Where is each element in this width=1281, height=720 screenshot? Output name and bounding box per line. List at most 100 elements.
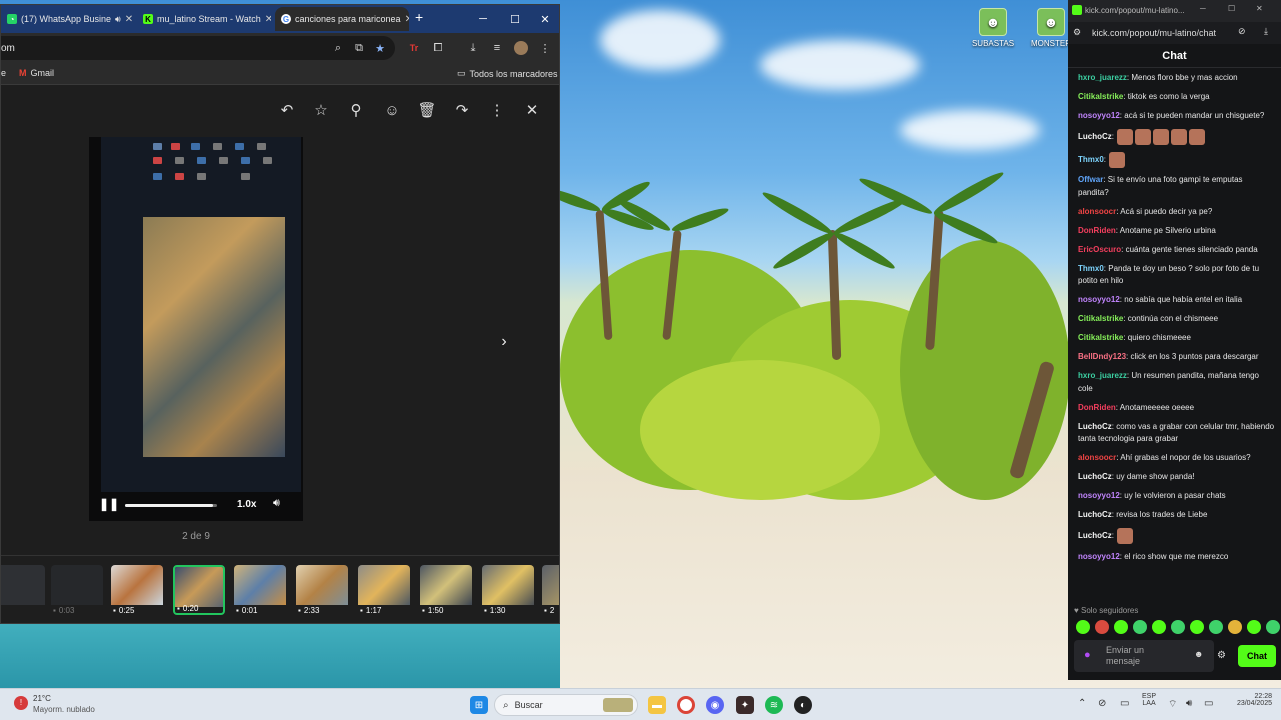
windows-start-icon[interactable]: ⊞ bbox=[470, 696, 488, 714]
spotify-icon[interactable]: ≋ bbox=[765, 696, 783, 714]
bookmark-star-icon[interactable]: ★ bbox=[371, 39, 389, 57]
chat-username[interactable]: LuchoCz bbox=[1078, 472, 1112, 481]
close-viewer-icon[interactable]: ✕ bbox=[521, 99, 543, 121]
game-app-icon[interactable]: ✦ bbox=[736, 696, 754, 714]
media-control-icon[interactable]: ≡ bbox=[488, 39, 506, 57]
chat-username[interactable]: alonsoocr bbox=[1078, 207, 1116, 216]
tab-kick-stream[interactable]: K mu_latino Stream - Watch ✕ bbox=[137, 7, 271, 31]
chrome-icon[interactable] bbox=[677, 696, 695, 714]
close-tab-icon[interactable]: ✕ bbox=[265, 14, 271, 25]
reply-icon[interactable]: ↶ bbox=[276, 99, 298, 121]
emote-icon[interactable] bbox=[1209, 620, 1223, 634]
wifi-icon[interactable]: ⌔ bbox=[1168, 698, 1177, 711]
thumbnail[interactable]: ▪ 2 bbox=[542, 565, 559, 615]
chat-username[interactable]: nosoyyo12 bbox=[1078, 295, 1120, 304]
popup-address-bar[interactable]: ⚙ kick.com/popout/mu-latino/chat ⊘ ⤓ bbox=[1068, 22, 1281, 44]
chat-username[interactable]: LuchoCz bbox=[1078, 531, 1112, 540]
emote-icon[interactable] bbox=[1152, 620, 1166, 634]
more-menu-icon[interactable]: ⋮ bbox=[536, 39, 554, 57]
emote-icon[interactable] bbox=[1114, 620, 1128, 634]
emote-icon[interactable] bbox=[1076, 620, 1090, 634]
emote-icon[interactable] bbox=[1133, 620, 1147, 634]
emote-icon[interactable] bbox=[1095, 620, 1109, 634]
chat-username[interactable]: LuchoCz bbox=[1078, 510, 1112, 519]
chat-username[interactable]: Citikalstrike bbox=[1078, 92, 1123, 101]
app-icon[interactable]: ◐ bbox=[794, 696, 812, 714]
thumbnail[interactable]: ▪ 1:50 bbox=[420, 565, 472, 615]
download-icon[interactable]: ⤓ bbox=[464, 39, 482, 57]
chat-send-button[interactable]: Chat bbox=[1238, 645, 1276, 667]
tab-whatsapp[interactable]: ◔ (17) WhatsApp Busine 🔊︎ ✕ bbox=[1, 7, 133, 31]
tray-app-icon[interactable]: ▭ bbox=[1120, 698, 1129, 709]
site-settings-icon[interactable]: ⚙ bbox=[1073, 27, 1081, 38]
pin-icon[interactable]: ⚲ bbox=[345, 99, 367, 121]
close-window-icon[interactable]: ✕ bbox=[1256, 4, 1263, 13]
thumbnail-selected[interactable]: ▪ 0:20 bbox=[173, 565, 225, 615]
chat-username[interactable]: Thmx0 bbox=[1078, 155, 1104, 164]
chat-username[interactable]: Thmx0 bbox=[1078, 264, 1104, 273]
desktop-icon-subastas[interactable]: ☻ SUBASTAS bbox=[970, 8, 1016, 48]
maximize-icon[interactable]: ☐ bbox=[499, 5, 531, 33]
eye-off-icon[interactable]: ⊘ bbox=[1238, 26, 1246, 37]
microphone-icon[interactable]: ● bbox=[1084, 649, 1091, 661]
new-tab-icon[interactable]: + bbox=[415, 9, 423, 25]
tab-google-search[interactable]: G canciones para mariconea ✕ bbox=[275, 7, 409, 31]
minimize-icon[interactable]: ─ bbox=[1200, 4, 1206, 13]
volume-icon[interactable]: 🔊︎ bbox=[273, 497, 280, 510]
star-icon[interactable]: ☆ bbox=[310, 99, 332, 121]
chat-username[interactable]: nosoyyo12 bbox=[1078, 552, 1120, 561]
pause-icon[interactable]: ❚❚ bbox=[99, 497, 119, 511]
react-emoji-icon[interactable]: ☺ bbox=[381, 99, 403, 121]
chat-username[interactable]: hxro_juarezz bbox=[1078, 73, 1127, 82]
playback-speed[interactable]: 1.0x bbox=[237, 499, 256, 510]
chat-username[interactable]: Citikalstrike bbox=[1078, 333, 1123, 342]
chat-username[interactable]: Offwar bbox=[1078, 175, 1103, 184]
maximize-icon[interactable]: ☐ bbox=[1228, 4, 1235, 13]
thumbnail[interactable] bbox=[1, 565, 45, 615]
chat-username[interactable]: Citikalstrike bbox=[1078, 314, 1123, 323]
bookmark-item[interactable]: e bbox=[1, 68, 6, 78]
taskbar-search[interactable]: ⌕ Buscar bbox=[494, 694, 638, 716]
bookmark-all-folder[interactable]: ▭ Todos los marcadores bbox=[457, 68, 558, 79]
weather-widget[interactable]: ! 21°C Mayorm. nublado bbox=[12, 694, 122, 718]
tray-chevron-icon[interactable]: ⌃ bbox=[1078, 698, 1086, 709]
chat-username[interactable]: EricOscuro bbox=[1078, 245, 1121, 254]
thumbnail[interactable]: ▪ 0:25 bbox=[111, 565, 163, 615]
next-chevron-icon[interactable]: › bbox=[493, 331, 515, 353]
bookmark-gmail[interactable]: M Gmail bbox=[19, 68, 54, 78]
delete-icon[interactable]: 🗑︎ bbox=[416, 99, 438, 121]
language-indicator[interactable]: ESP LAA bbox=[1142, 693, 1156, 707]
cast-icon[interactable]: ⧉ bbox=[350, 39, 368, 57]
chat-settings-icon[interactable]: ⚙ bbox=[1217, 650, 1226, 661]
chat-username[interactable]: nosoyyo12 bbox=[1078, 491, 1120, 500]
thumbnail[interactable]: ▪ 1:17 bbox=[358, 565, 410, 615]
emote-icon[interactable] bbox=[1266, 620, 1280, 634]
close-tab-icon[interactable]: ✕ bbox=[125, 14, 133, 25]
emote-icon[interactable] bbox=[1228, 620, 1242, 634]
battery-icon[interactable]: ▭ bbox=[1204, 698, 1213, 709]
emote-icon[interactable] bbox=[1190, 620, 1204, 634]
more-options-icon[interactable]: ⋮ bbox=[486, 99, 508, 121]
chat-message-input[interactable]: ● Enviar un mensaje ☻ bbox=[1074, 640, 1214, 672]
download-icon[interactable]: ⤓ bbox=[1264, 26, 1268, 37]
profile-avatar[interactable] bbox=[512, 39, 530, 57]
thumbnail[interactable]: ▪ 2:33 bbox=[296, 565, 348, 615]
emoji-icon[interactable]: ☻ bbox=[1194, 649, 1203, 659]
chat-username[interactable]: LuchoCz bbox=[1078, 132, 1112, 141]
chat-username[interactable]: DonRiden bbox=[1078, 226, 1116, 235]
volume-icon[interactable]: 🔊︎ bbox=[1186, 698, 1192, 709]
chat-username[interactable]: DonRiden bbox=[1078, 403, 1116, 412]
thumbnail[interactable]: ▪ 0:03 bbox=[51, 565, 103, 615]
extension-icon[interactable]: Tr bbox=[405, 39, 423, 57]
discord-icon[interactable]: ◉ bbox=[706, 696, 724, 714]
close-tab-icon[interactable]: ✕ bbox=[405, 14, 409, 25]
thumbnail[interactable]: ▪ 1:30 bbox=[482, 565, 534, 615]
chat-username[interactable]: nosoyyo12 bbox=[1078, 111, 1120, 120]
emote-icon[interactable] bbox=[1171, 620, 1185, 634]
chat-username[interactable]: alonsoocr bbox=[1078, 453, 1116, 462]
video-player[interactable]: ❚❚ 1.0x 🔊︎ bbox=[89, 137, 303, 521]
video-progress-bar[interactable] bbox=[125, 504, 217, 507]
chat-username[interactable]: LuchoCz bbox=[1078, 422, 1112, 431]
extensions-puzzle-icon[interactable]: ⧠ bbox=[429, 39, 447, 57]
file-explorer-icon[interactable]: ▬ bbox=[648, 696, 666, 714]
